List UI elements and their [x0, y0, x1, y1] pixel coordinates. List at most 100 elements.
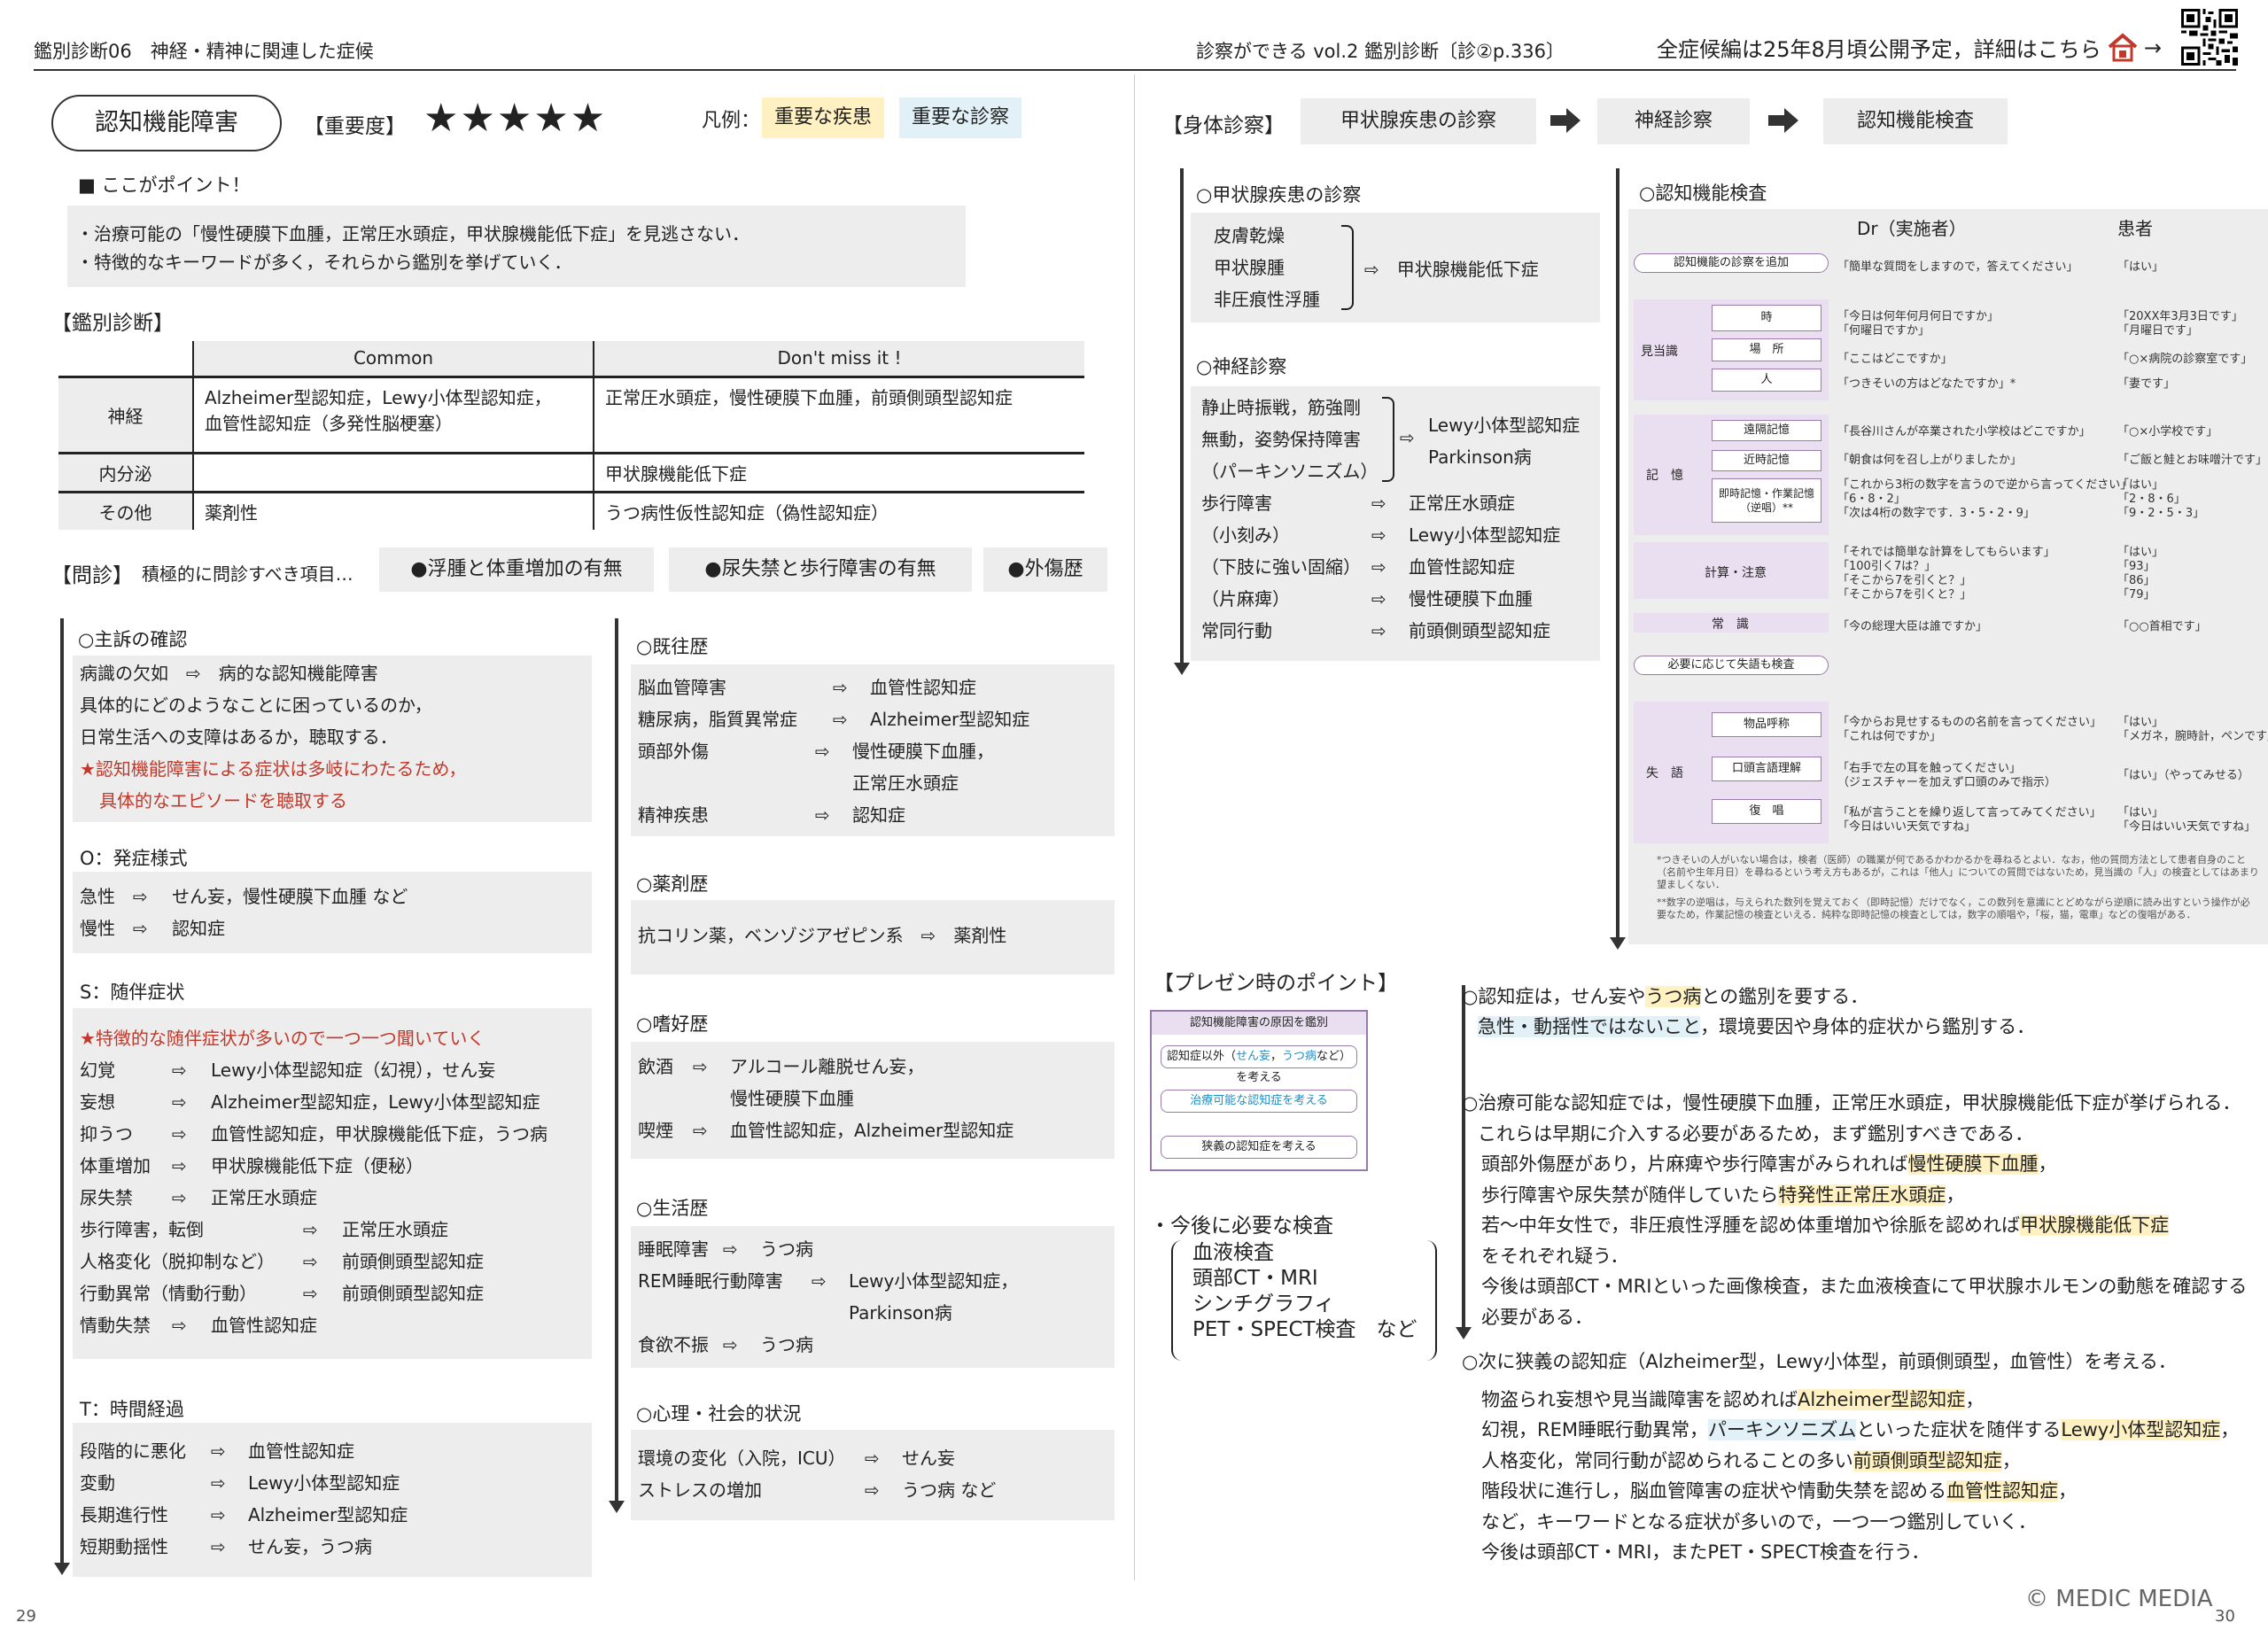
cog-memory-label: 記 憶	[1646, 469, 1683, 483]
cog-memory-item: 遠隔記憶	[1712, 420, 1821, 441]
ddx-row-label: 神経	[58, 377, 194, 454]
onset-title: O：発症様式	[80, 848, 188, 869]
physical-step: 神経診察	[1597, 98, 1750, 144]
cog-aphasia-a: 「はい」（やってみせる）	[2117, 769, 2249, 782]
cog-col-dr: Dr（実施者）	[1857, 218, 1967, 239]
neuro-group: 静止時振戦，筋強剛 無動，姿勢保持障害 （パーキンソニズム）	[1201, 397, 1379, 482]
cog-aphasia-q: （ジェスチャーを加えず口頭のみで指示）	[1837, 776, 2056, 789]
cog-col-pt: 患者	[2117, 218, 2153, 239]
ddx-col-blank	[58, 341, 194, 378]
present-step: 治療可能な認知症を考える	[1161, 1090, 1357, 1113]
cog-memory-q: 「次は4桁の数字です．3・5・2・9」	[1837, 507, 2035, 520]
cog-orient-item: 人	[1712, 369, 1821, 392]
cog-aphasia-item: 復 唱	[1712, 799, 1821, 824]
cog-panel: Dr（実施者） 患者 認知機能の診察を追加 「簡単な質問をしますので，答えてくだ…	[1628, 209, 2268, 944]
cog-memory-q: 「長谷川さんが卒業された小学校はどこですか」	[1837, 425, 2091, 439]
physical-step: 甲状腺疾患の診察	[1301, 98, 1536, 144]
life-box: 睡眠障害 ⇨ うつ病 REM睡眠行動障害 ⇨ Lewy小体型認知症， Parkinson…	[631, 1226, 1115, 1368]
exam-item: 血液検査	[1192, 1241, 1274, 1264]
present-step: 認知症以外（せん妄，うつ病など）を考える	[1161, 1045, 1357, 1084]
drugs-box: 抗コリン薬，ベンゾジアゼピン系 ⇨ 薬剤性	[631, 900, 1115, 974]
symptom-row: 行動異常（情動行動） ⇨ 前頭側頭型認知症	[80, 1283, 484, 1304]
course-row: 段階的に悪化 ⇨ 血管性認知症	[80, 1440, 354, 1462]
ddx-cell-common	[193, 453, 594, 493]
habits-box: 飲酒 ⇨ アルコール離脱せん妄， 慢性硬膜下血腫 喫煙 ⇨ 血管性認知症，Alzheim…	[631, 1042, 1115, 1159]
cog-aphasia-block: 失 語 物品呼称 口頭言語理解 復 唱	[1634, 702, 1829, 843]
psycho-box: 環境の変化（入院，ICU） ⇨ せん妄 ストレスの増加 ⇨ うつ病 など	[631, 1430, 1115, 1520]
legend-exam: 重要な診察	[899, 97, 1022, 138]
cog-memory-block: 記 憶 遠隔記憶 近時記憶 即時記憶・作業記憶（逆唱）**	[1634, 415, 1829, 535]
physical-arrow-right	[1610, 168, 1626, 950]
neuro-brace	[1382, 397, 1394, 482]
qr-code-icon[interactable]	[2181, 9, 2238, 66]
legend-disease: 重要な疾患	[762, 97, 885, 138]
header-left: 鑑別診断06 神経・精神に関連した症候	[34, 41, 374, 62]
importance-stars: ★★★★★	[423, 96, 608, 141]
symptom-row: 情動失禁 ⇨ 血管性認知症	[80, 1315, 317, 1336]
ddx-heading: 【鑑別診断】	[51, 312, 174, 335]
neuro-rows: 歩行障害 ⇨ 正常圧水頭症 （小刻み） ⇨ Lewy小体型認知症 （下肢に強い固縮） ⇨ 血…	[1201, 487, 1560, 647]
cog-calc-a: 「79」	[2117, 588, 2155, 602]
step-arrow-icon	[1768, 106, 1798, 139]
psycho-title: ○心理・社会的状況	[636, 1403, 802, 1425]
history-tag: ●外傷歴	[983, 547, 1107, 592]
cog-more: 必要に応じて失語も検査	[1634, 656, 1829, 675]
symptom-row: 歩行障害，転倒 ⇨ 正常圧水頭症	[80, 1219, 448, 1240]
point-line-2: ・特徴的なキーワードが多く，それらから鑑別を挙げていく．	[76, 252, 572, 273]
cog-orient-item: 場 所	[1712, 338, 1821, 361]
copyright: © MEDIC MEDIA	[2025, 1586, 2213, 1612]
psycho-row: ストレスの増加 ⇨ うつ病 など	[638, 1479, 997, 1501]
thyroid-box: 皮膚乾燥 甲状腺腫 非圧痕性浮腫 ⇨ 甲状腺機能低下症	[1191, 213, 1600, 322]
neuro-row: （片麻痺） ⇨ 慢性硬膜下血腫	[1201, 588, 1533, 609]
cog-common-a: 「○○首相です」	[2117, 620, 2207, 633]
cog-orient-q: 「つきそいの方はどなたですか」*	[1837, 377, 2016, 391]
cog-calc-label: 計算・注意	[1705, 566, 1767, 580]
thyroid-brace	[1341, 225, 1354, 310]
cog-common-q: 「今の総理大臣は誰ですか」	[1837, 620, 1988, 633]
point-heading: ■ ここがポイント！	[78, 175, 251, 196]
neuro-row: （下肢に強い固縮） ⇨ 血管性認知症	[1201, 556, 1515, 578]
exam-item: 頭部CT・MRI	[1192, 1267, 1318, 1290]
ddx-row-label: その他	[58, 492, 194, 530]
point-line-1: ・治療可能の「慢性硬膜下血腫，正常圧水頭症，甲状腺機能低下症」を見逃さない．	[76, 223, 750, 245]
ddx-cell-dont: うつ病性仮性認知症（偽性認知症）	[605, 501, 889, 524]
habits-row: 飲酒 ⇨ アルコール離脱せん妄，	[638, 1056, 925, 1077]
present-step: 狭義の認知症を考える	[1161, 1136, 1357, 1159]
symptoms-title: S：随伴症状	[80, 982, 185, 1003]
header-right-link[interactable]: 全症候編は25年8月頃公開予定，詳細はこちら →	[1657, 32, 2162, 63]
life-row: 睡眠障害 ⇨ うつ病	[638, 1238, 813, 1260]
present-para-1: ○認知症は，せん妄やうつ病との鑑別を要する． 急性・動揺性ではないこと，環境要因…	[1462, 986, 2036, 1037]
header-rule	[34, 69, 2236, 71]
cog-title: ○認知機能検査	[1639, 182, 1767, 204]
chief-line: 具体的にどのようなことに困っているのか，	[80, 695, 432, 716]
cog-aphasia-item: 物品呼称	[1712, 712, 1821, 737]
neuro-group-arrow: ⇨	[1400, 427, 1415, 448]
ddx-col-common: Common	[193, 341, 594, 378]
cog-start-q: 「簡単な質問をしますので，答えてください」	[1837, 260, 2078, 274]
thyroid-result: ⇨ 甲状腺機能低下症	[1364, 259, 1539, 280]
step-arrow-icon	[1550, 106, 1581, 139]
symptom-row: 人格変化（脱抑制など） ⇨ 前頭側頭型認知症	[80, 1251, 484, 1272]
neuro-row: 常同行動 ⇨ 前頭側頭型認知症	[1201, 620, 1550, 641]
history-sub: 積極的に問診すべき項目…	[142, 563, 353, 585]
neuro-row: 歩行障害 ⇨ 正常圧水頭症	[1201, 493, 1515, 514]
history-heading: 【問診】	[51, 564, 133, 587]
cog-orient-item: 時	[1712, 305, 1821, 331]
neuro-row: （小刻み） ⇨ Lewy小体型認知症	[1201, 524, 1561, 546]
neuro-title: ○神経診察	[1196, 356, 1287, 377]
header-arrow: →	[2143, 35, 2162, 60]
habits-row: 慢性硬膜下血腫	[730, 1088, 854, 1109]
ddx-table: Common Don't miss it ! 神経 Alzheimer型認知症，…	[58, 341, 1084, 530]
history-arrow-mid	[609, 618, 625, 1513]
ddx-row-label: 内分泌	[58, 453, 194, 493]
present-diagram: 認知機能障害の原因を鑑別 認知症以外（せん妄，うつ病など）を考える 治療可能な認…	[1150, 1010, 1368, 1171]
page-divider	[1134, 74, 1135, 1580]
importance-label: 【重要度】	[304, 115, 406, 138]
cog-memory-q: 「朝食は何を召し上がりましたか」	[1837, 454, 2023, 467]
cog-memory-a: 「○×小学校です」	[2117, 425, 2218, 439]
exam-heading: ・今後に必要な検査	[1150, 1215, 1333, 1238]
cog-start: 認知機能の診察を追加	[1634, 253, 1829, 273]
symptom-row: 妄想 ⇨ Alzheimer型認知症，Lewy小体型認知症	[80, 1091, 540, 1113]
psycho-row: 環境の変化（入院，ICU） ⇨ せん妄	[638, 1448, 955, 1469]
ddx-cell-dont: 正常圧水頭症，慢性硬膜下血腫，前頭側頭型認知症	[594, 377, 1084, 454]
